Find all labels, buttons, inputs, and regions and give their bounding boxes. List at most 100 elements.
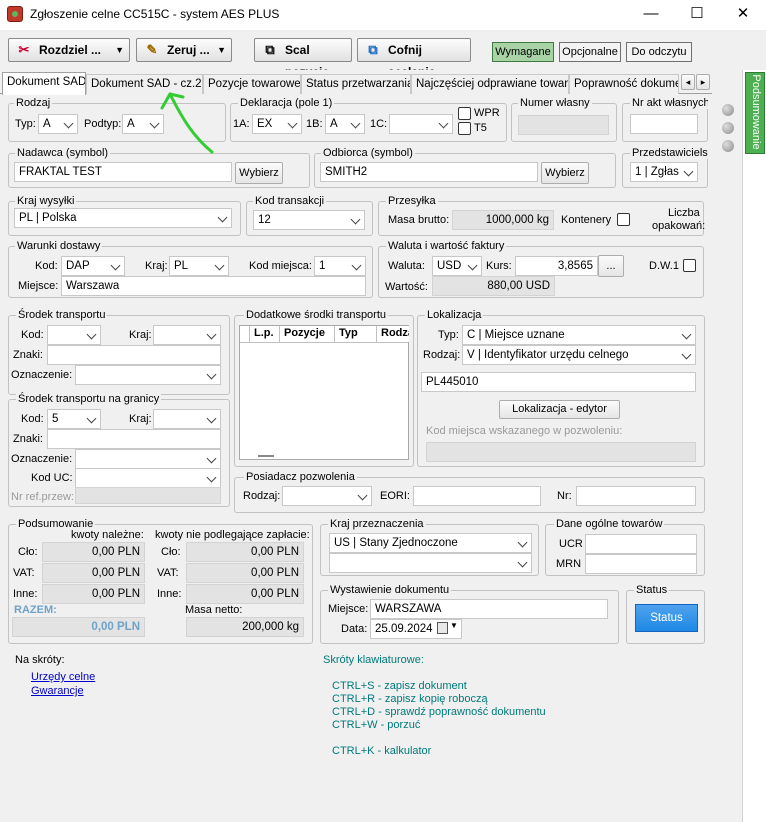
typ-select[interactable]: A <box>38 114 78 134</box>
wpr-checkbox[interactable] <box>458 107 471 120</box>
tab-najczesciej-odprawiane[interactable]: Najczęściej odprawiane towary <box>411 74 569 94</box>
view-optional-button[interactable]: Opcjonalne <box>559 42 621 62</box>
granica-kraj-select[interactable] <box>153 409 221 429</box>
tab-dokument-sad[interactable]: Dokument SAD <box>2 72 86 95</box>
clo-input[interactable]: 0,00 PLN <box>42 542 145 562</box>
granica-oznaczenie-select[interactable] <box>75 449 221 469</box>
odbiorca-title: Odbiorca (symbol) <box>321 147 415 159</box>
lokalizacja-typ-select[interactable]: C | Miejsce uznane <box>462 325 696 345</box>
wystawienie-miejsce-label: Miejsce: <box>328 603 369 615</box>
miejsce-input[interactable]: Warszawa <box>61 276 366 296</box>
przedstawiciel-select[interactable]: 1 | Zgłas <box>630 162 698 182</box>
ucr-input[interactable] <box>585 534 697 554</box>
kontenery-checkbox[interactable] <box>617 213 630 226</box>
inne-input[interactable]: 0,00 PLN <box>42 584 145 604</box>
kraj-przeznaczenia-select[interactable]: US | Stany Zjednoczone <box>329 533 532 553</box>
scrollbar-thumb[interactable] <box>258 455 274 457</box>
tab-scroll-right-button[interactable]: ▸ <box>696 74 710 90</box>
lokalizacja-edytor-button[interactable]: Lokalizacja - edytor <box>499 400 620 419</box>
tab-dokument-sad-cz2[interactable]: Dokument SAD - cz.2 <box>86 74 203 94</box>
tab-pozycje-towarowe[interactable]: Pozycje towarowe <box>203 74 301 94</box>
srodek-znaki-input[interactable] <box>47 345 221 365</box>
view-readonly-button[interactable]: Do odczytu <box>626 42 692 62</box>
mrn-input[interactable] <box>585 554 697 574</box>
eori-input[interactable] <box>413 486 541 506</box>
kod-miejsca-wskazanego-label: Kod miejsca wskazanego w pozwoleniu: <box>426 425 623 437</box>
nr-ref-input[interactable] <box>75 487 221 504</box>
lokalizacja-rodzaj-select[interactable]: V | Identyfikator urzędu celnego <box>462 345 696 365</box>
kod-miejsca-select[interactable]: 1 <box>314 256 366 276</box>
wartosc-input[interactable]: 880,00 USD <box>432 276 555 296</box>
odbiorca-input[interactable]: SMITH2 <box>320 162 538 182</box>
data-input[interactable]: 25.09.2024 <box>370 619 462 639</box>
merge-button[interactable]: ⧉Scal pozycje <box>254 38 352 79</box>
kurs-input[interactable]: 3,8565 <box>515 256 598 276</box>
view-required-button[interactable]: Wymagane <box>492 42 554 62</box>
column-header[interactable]: Pozycje <box>280 326 335 342</box>
b1-select[interactable]: A <box>325 114 365 134</box>
kod-uc-select[interactable] <box>75 468 221 488</box>
posiadacz-rodzaj-select[interactable] <box>282 486 372 506</box>
nr-akt-input[interactable] <box>630 114 698 134</box>
kod-miejsca-wskazanego-input[interactable] <box>426 442 696 462</box>
nadawca-input[interactable]: FRAKTAL TEST <box>14 162 232 182</box>
close-button[interactable]: ✕ <box>720 0 766 30</box>
window-title: Zgłoszenie celne CC515C - system AES PLU… <box>30 7 280 21</box>
clo2-input[interactable]: 0,00 PLN <box>186 542 304 562</box>
eori-label: EORI: <box>380 490 410 502</box>
inne2-input[interactable]: 0,00 PLN <box>186 584 304 604</box>
split-button[interactable]: ✂ Rozdziel ... ▼ <box>8 38 130 62</box>
a1-select[interactable]: EX <box>252 114 302 134</box>
tab-scroll-left-button[interactable]: ◂ <box>681 74 695 90</box>
wystawienie-miejsce-input[interactable]: WARSZAWA <box>370 599 608 619</box>
warunki-kod-select[interactable]: DAP <box>61 256 125 276</box>
reset-button[interactable]: ✎ Zeruj ... ▼ <box>136 38 232 62</box>
odbiorca-select-button[interactable]: Wybierz <box>541 162 589 184</box>
kod-transakcji-select[interactable]: 12 <box>253 210 365 230</box>
dodatkowe-table[interactable]: L.p. Pozycje Typ Rodza <box>239 325 409 460</box>
waluta-select[interactable]: USD <box>432 256 482 276</box>
status-button[interactable]: Status <box>635 604 698 632</box>
tab-poprawnosc[interactable]: Poprawność dokumen <box>569 74 679 94</box>
column-header[interactable]: Rodza <box>377 326 409 342</box>
broom-icon: ✎ <box>146 42 158 57</box>
kurs-more-button[interactable]: ... <box>598 255 624 277</box>
srodek-oznaczenie-select[interactable] <box>75 365 221 385</box>
t5-checkbox[interactable] <box>458 122 471 135</box>
lokalizacja-input[interactable]: PL445010 <box>421 372 696 392</box>
kraj-przeznaczenia-select-2[interactable] <box>329 553 532 573</box>
wystawienie-title: Wystawienie dokumentu <box>328 584 452 596</box>
granica-kod-select[interactable]: 5 <box>47 409 101 429</box>
kraj-przeznaczenia-title: Kraj przeznaczenia <box>328 518 426 530</box>
dw1-checkbox[interactable] <box>683 259 696 272</box>
indicator-dot-icon <box>722 122 734 134</box>
srodek-kraj-select[interactable] <box>153 325 221 345</box>
link-urzedy-celne[interactable]: Urzędy celne <box>31 671 95 683</box>
vat-input[interactable]: 0,00 PLN <box>42 563 145 583</box>
unmerge-button[interactable]: ⧉Cofnij scalanie <box>357 38 471 79</box>
tab-status-przetwarzania[interactable]: Status przetwarzania <box>301 74 411 94</box>
side-tab-podsumowanie[interactable]: Podsumowanie <box>745 72 765 154</box>
maximize-button[interactable]: ☐ <box>674 0 720 30</box>
vat2-input[interactable]: 0,00 PLN <box>186 563 304 583</box>
minimize-button[interactable]: — <box>628 0 674 30</box>
podtyp-select[interactable]: A <box>122 114 164 134</box>
srodek-kod-select[interactable] <box>47 325 101 345</box>
warunki-kraj-select[interactable]: PL <box>169 256 229 276</box>
wartosc-label: Wartość: <box>385 281 428 293</box>
srodek-transportu-title: Środek transportu <box>16 309 108 321</box>
razem-input[interactable]: 0,00 PLN <box>12 617 145 637</box>
column-header[interactable]: Typ <box>335 326 377 342</box>
granica-znaki-input[interactable] <box>47 429 221 449</box>
nadawca-select-button[interactable]: Wybierz <box>235 162 283 184</box>
link-gwarancje[interactable]: Gwarancje <box>31 685 84 697</box>
c1-select[interactable] <box>389 114 453 134</box>
masa-netto-input[interactable]: 200,000 kg <box>186 617 304 637</box>
masa-brutto-input[interactable]: 1000,000 kg <box>452 210 554 230</box>
kraj-wysylki-select[interactable]: PL | Polska <box>14 208 232 228</box>
column-header[interactable]: L.p. <box>250 326 280 342</box>
nr-input[interactable] <box>576 486 696 506</box>
numer-wlasny-input[interactable] <box>518 115 609 135</box>
chevron-down-icon[interactable]: ▼ <box>450 621 458 630</box>
calendar-icon[interactable] <box>437 622 448 634</box>
